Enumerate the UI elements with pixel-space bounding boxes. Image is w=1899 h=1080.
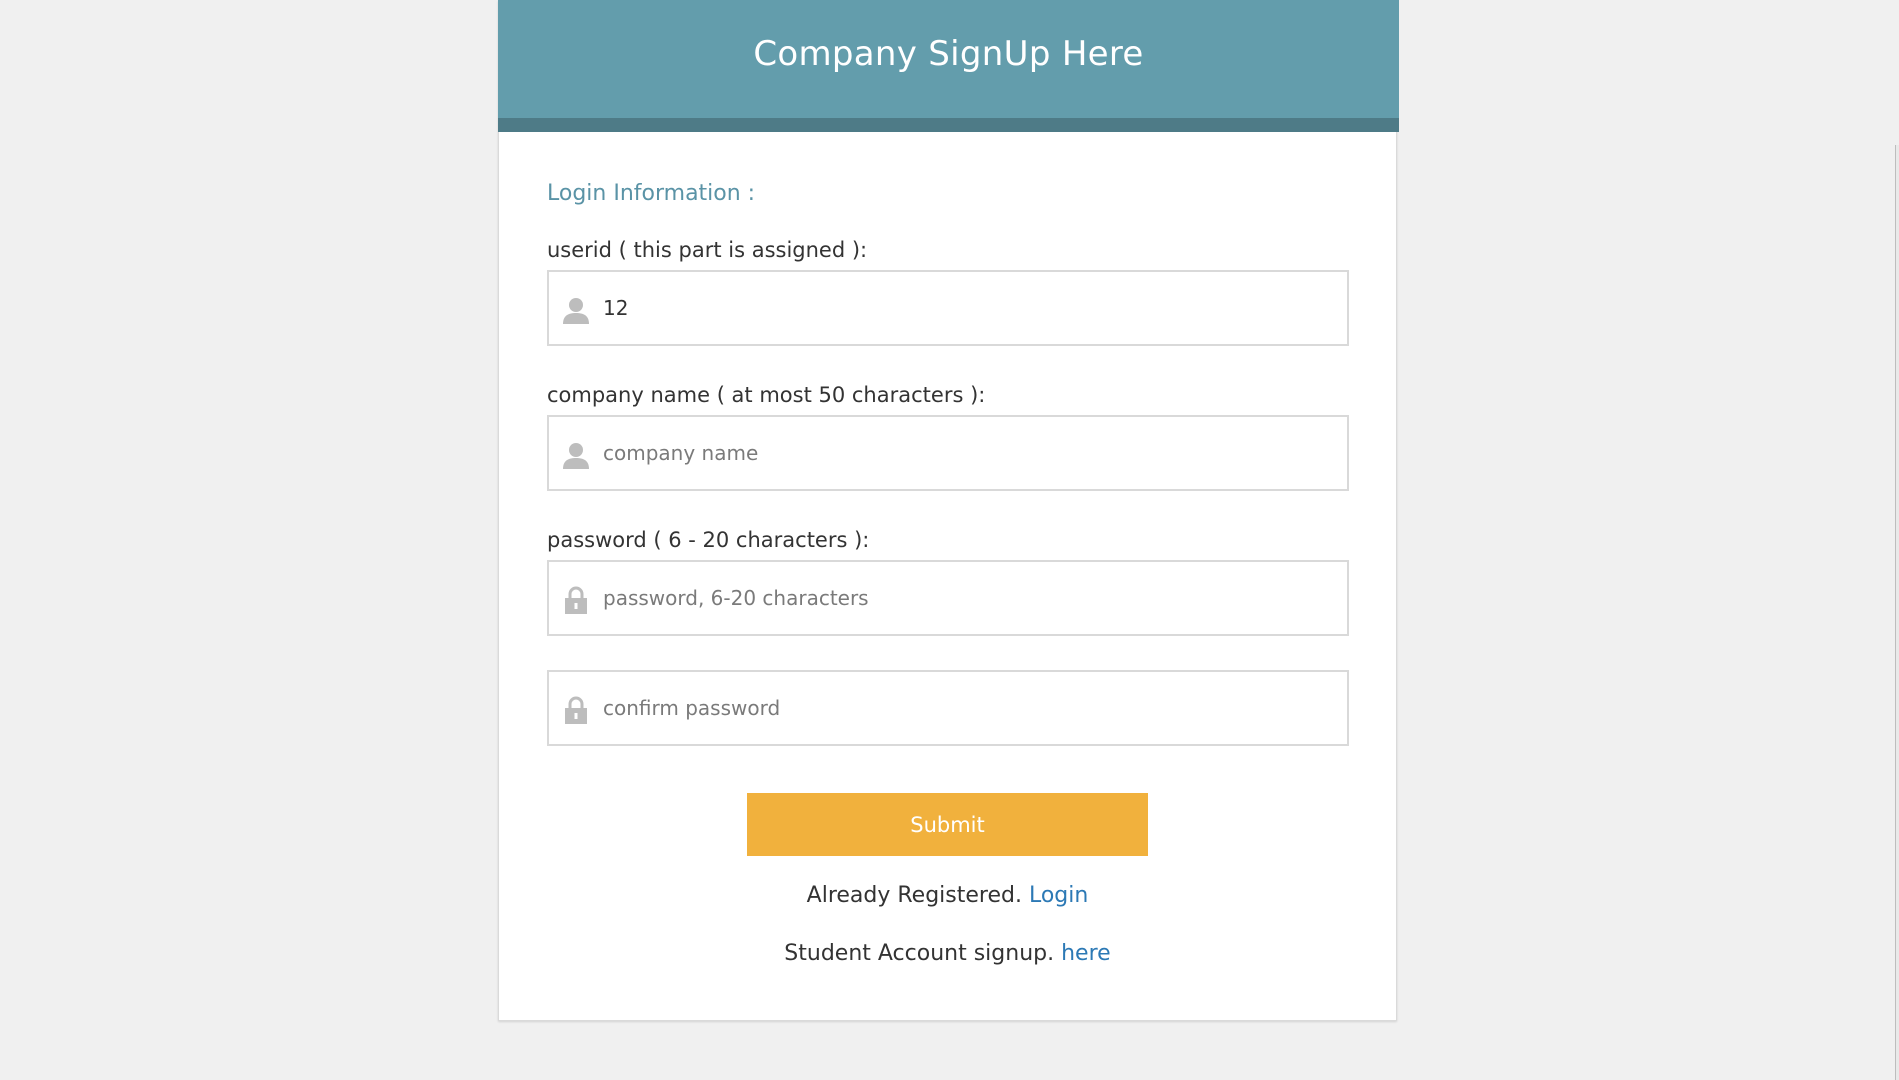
scrollbar[interactable] <box>1895 145 1899 1080</box>
header-band <box>498 118 1399 132</box>
card-header: Company SignUp Here <box>498 0 1399 132</box>
company-name-field[interactable] <box>547 415 1349 491</box>
userid-field[interactable] <box>547 270 1349 346</box>
company-name-input[interactable] <box>603 417 1333 489</box>
password-input[interactable] <box>603 562 1333 634</box>
company-name-label: company name ( at most 50 characters ): <box>547 383 986 407</box>
student-signup-link[interactable]: here <box>1061 941 1111 966</box>
password-field[interactable] <box>547 560 1349 636</box>
lock-icon <box>562 586 590 614</box>
confirm-password-field[interactable] <box>547 670 1349 746</box>
already-registered-line: Already Registered. Login <box>499 883 1396 908</box>
lock-icon <box>562 696 590 724</box>
user-icon <box>562 296 590 324</box>
userid-label: userid ( this part is assigned ): <box>547 238 868 262</box>
signup-card: Company SignUp Here Login Information : … <box>498 0 1399 1021</box>
userid-input[interactable] <box>603 272 1333 344</box>
already-registered-text: Already Registered. <box>806 883 1022 908</box>
password-label: password ( 6 - 20 characters ): <box>547 528 870 552</box>
confirm-password-input[interactable] <box>603 672 1333 744</box>
login-link[interactable]: Login <box>1029 883 1088 908</box>
page-title: Company SignUp Here <box>753 34 1144 74</box>
student-signup-line: Student Account signup. here <box>499 941 1396 966</box>
user-icon <box>562 441 590 469</box>
submit-button[interactable]: Submit <box>747 793 1148 856</box>
section-title: Login Information : <box>547 181 756 206</box>
student-signup-text: Student Account signup. <box>784 941 1055 966</box>
page: Company SignUp Here Login Information : … <box>0 0 1899 1080</box>
